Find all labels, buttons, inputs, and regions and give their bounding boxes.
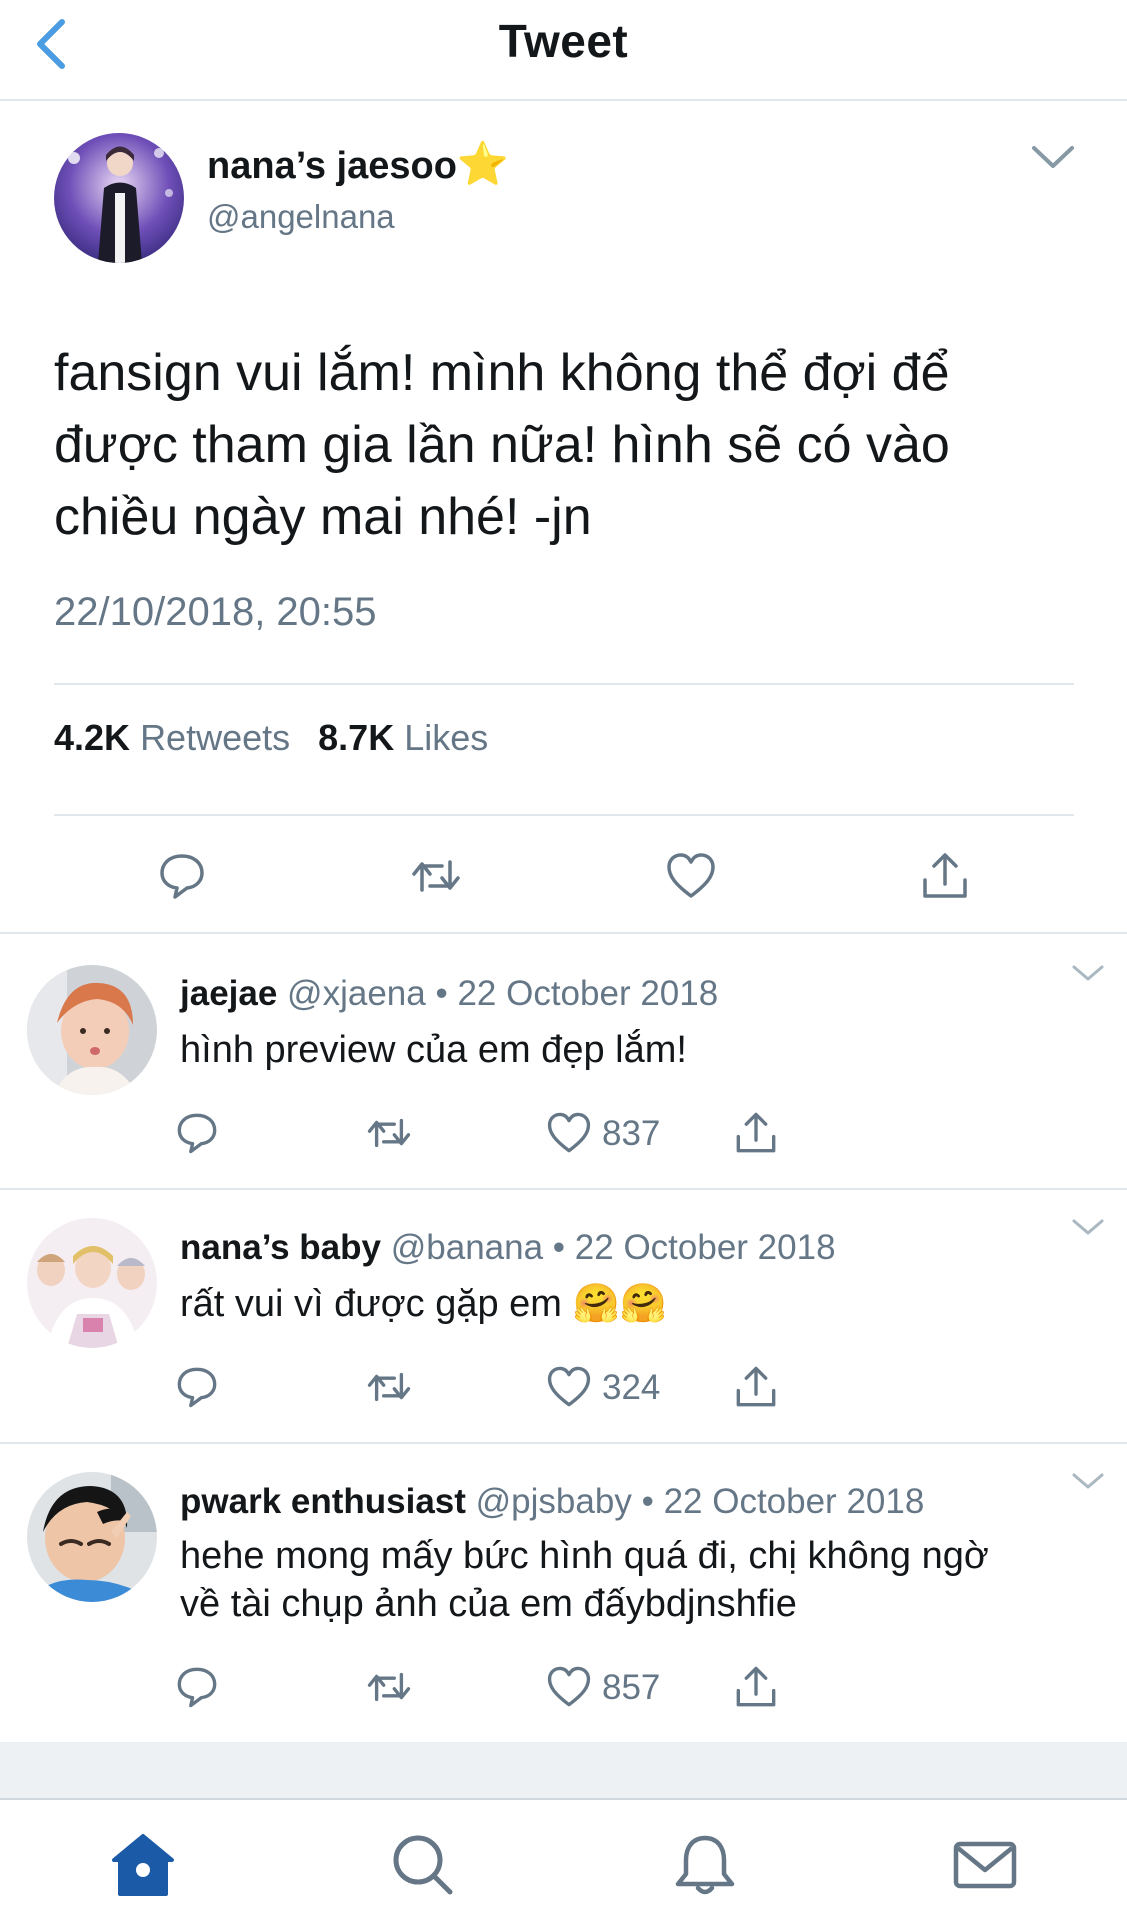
tweet-stats: 4.2K Retweets 8.7K Likes <box>54 717 506 759</box>
author-name[interactable]: nana’s jaesoo⭐ <box>207 140 509 189</box>
avatar[interactable] <box>54 133 184 263</box>
separator-dot: • <box>552 1228 566 1267</box>
reply-text: hình preview của em đẹp lắm! <box>180 1029 687 1071</box>
reply-text: rất vui vì được gặp em 🤗🤗 <box>180 1283 668 1325</box>
tweet-text: fansign vui lắm! mình không thể đợi để đ… <box>54 344 950 546</box>
bell-icon[interactable] <box>670 1830 740 1900</box>
retweet-icon[interactable] <box>410 850 462 902</box>
chevron-down-icon[interactable] <box>1070 1216 1106 1238</box>
reply-author-handle[interactable]: @pjsbaby <box>476 1482 632 1521</box>
chevron-down-icon[interactable] <box>1070 1470 1106 1492</box>
star-emoji: ⭐ <box>456 140 510 187</box>
reply-icon[interactable] <box>156 850 208 902</box>
divider <box>54 683 1074 685</box>
reply-icon[interactable] <box>174 1110 220 1156</box>
like-count: 324 <box>602 1368 661 1407</box>
reply-header: jaejae @xjaena • 22 October 2018 <box>180 974 718 1014</box>
heart-icon[interactable] <box>665 850 717 902</box>
nav-header: Tweet <box>0 0 1127 101</box>
retweet-icon[interactable] <box>366 1110 412 1156</box>
separator-dot: • <box>435 974 448 1013</box>
reply-text: hehe mong mấy bức hình quá đi, chị không… <box>180 1535 989 1625</box>
reply-header: pwark enthusiast @pjsbaby • 22 October 2… <box>180 1482 924 1522</box>
reply-icon[interactable] <box>174 1364 220 1410</box>
reply-date[interactable]: 22 October 2018 <box>575 1228 836 1267</box>
share-icon[interactable] <box>919 850 971 902</box>
reply-date[interactable]: 22 October 2018 <box>457 974 718 1013</box>
separator-dot: • <box>641 1482 654 1521</box>
page-title: Tweet <box>498 15 629 67</box>
reply-author-name[interactable]: jaejae <box>180 974 277 1013</box>
reply-icon[interactable] <box>174 1664 220 1710</box>
likes-label[interactable]: Likes <box>404 717 488 758</box>
avatar[interactable] <box>27 1218 157 1348</box>
avatar[interactable] <box>27 1472 157 1602</box>
heart-icon[interactable] <box>546 1664 592 1710</box>
retweets-count[interactable]: 4.2K <box>54 717 130 758</box>
feed-end-spacer <box>0 1742 1127 1798</box>
like-count: 857 <box>602 1668 661 1707</box>
tweet-timestamp: 22/10/2018, 20:55 <box>54 590 377 634</box>
chevron-down-icon[interactable] <box>1028 142 1078 172</box>
reply-header: nana’s baby @banana • 22 October 2018 <box>180 1228 836 1268</box>
chevron-down-icon[interactable] <box>1070 962 1106 984</box>
author-handle[interactable]: @angelnana <box>207 198 395 236</box>
retweets-label[interactable]: Retweets <box>140 717 290 758</box>
divider <box>54 814 1074 816</box>
avatar[interactable] <box>27 965 157 1095</box>
share-icon[interactable] <box>733 1364 779 1410</box>
heart-icon[interactable] <box>546 1364 592 1410</box>
reply-author-handle[interactable]: @xjaena <box>287 974 426 1013</box>
reply-author-name[interactable]: pwark enthusiast <box>180 1482 466 1521</box>
reply-date[interactable]: 22 October 2018 <box>664 1482 925 1521</box>
tab-bar <box>0 1798 1127 1920</box>
retweet-icon[interactable] <box>366 1664 412 1710</box>
heart-icon[interactable] <box>546 1110 592 1156</box>
mail-icon[interactable] <box>950 1830 1020 1900</box>
share-icon[interactable] <box>733 1664 779 1710</box>
likes-count[interactable]: 8.7K <box>318 717 394 758</box>
share-icon[interactable] <box>733 1110 779 1156</box>
search-icon[interactable] <box>388 1830 458 1900</box>
retweet-icon[interactable] <box>366 1364 412 1410</box>
reply-author-name[interactable]: nana’s baby <box>180 1228 381 1267</box>
like-count: 837 <box>602 1114 661 1153</box>
home-icon[interactable] <box>108 1830 178 1900</box>
reply-author-handle[interactable]: @banana <box>391 1228 543 1267</box>
